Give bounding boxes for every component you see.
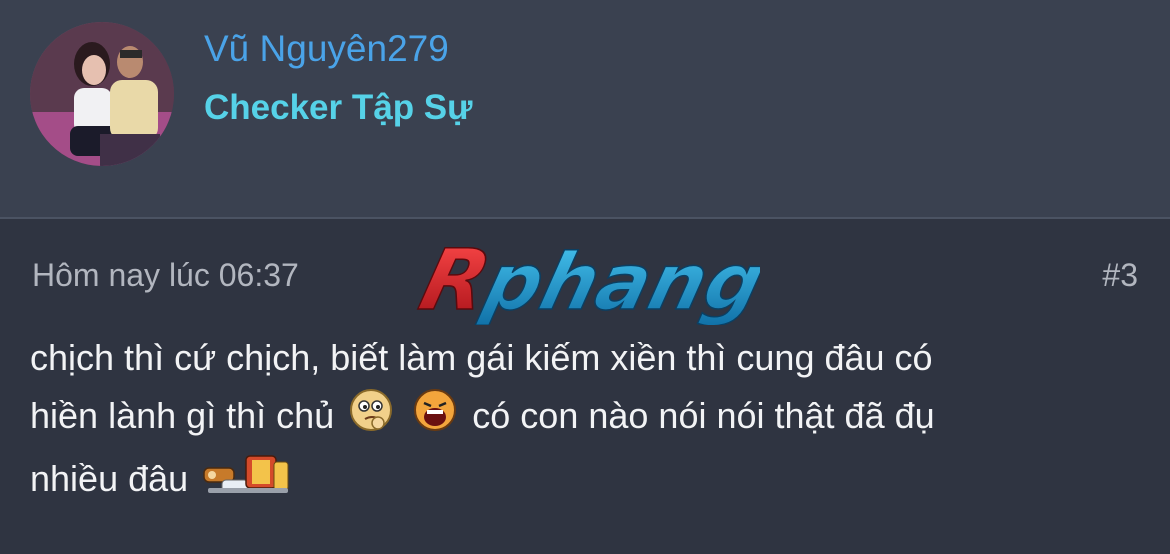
dancing-emoji-icon <box>202 450 292 513</box>
avatar[interactable] <box>30 22 174 166</box>
svg-text:phang: phang <box>474 237 760 325</box>
post-body: Hôm nay lúc 06:37 R phang #3 chịch thì c… <box>0 219 1170 554</box>
post-message: chịch thì cứ chịch, biết làm gái kiếm xi… <box>30 329 1140 513</box>
rphang-watermark-logo: R phang <box>410 237 760 325</box>
post-number-link[interactable]: #3 <box>1102 257 1138 294</box>
username[interactable]: Vũ Nguyên279 <box>204 28 449 70</box>
post-text-line-3-text: nhiều đâu <box>30 458 189 500</box>
post-text-line-2-end: có con nào nói nói thật đã đụ <box>472 395 935 437</box>
user-title-badge: Checker Tập Sự <box>204 88 473 127</box>
avatar-photo-icon <box>30 22 174 166</box>
post-text-line-3: nhiều đâu <box>30 450 1140 513</box>
post-text-line-2-start: hiền lành gì thì chủ <box>30 395 335 437</box>
user-header: Vũ Nguyên279 Checker Tập Sự <box>0 0 1170 219</box>
post-text-line-1: chịch thì cứ chịch, biết làm gái kiếm xi… <box>30 337 933 378</box>
laughing-emoji-icon <box>412 387 458 450</box>
post-text-line-2: hiền lành gì thì chủ có con nào nói nói … <box>30 387 1140 450</box>
post-timestamp[interactable]: Hôm nay lúc 06:37 <box>32 257 299 294</box>
thinking-emoji-icon <box>348 387 394 450</box>
